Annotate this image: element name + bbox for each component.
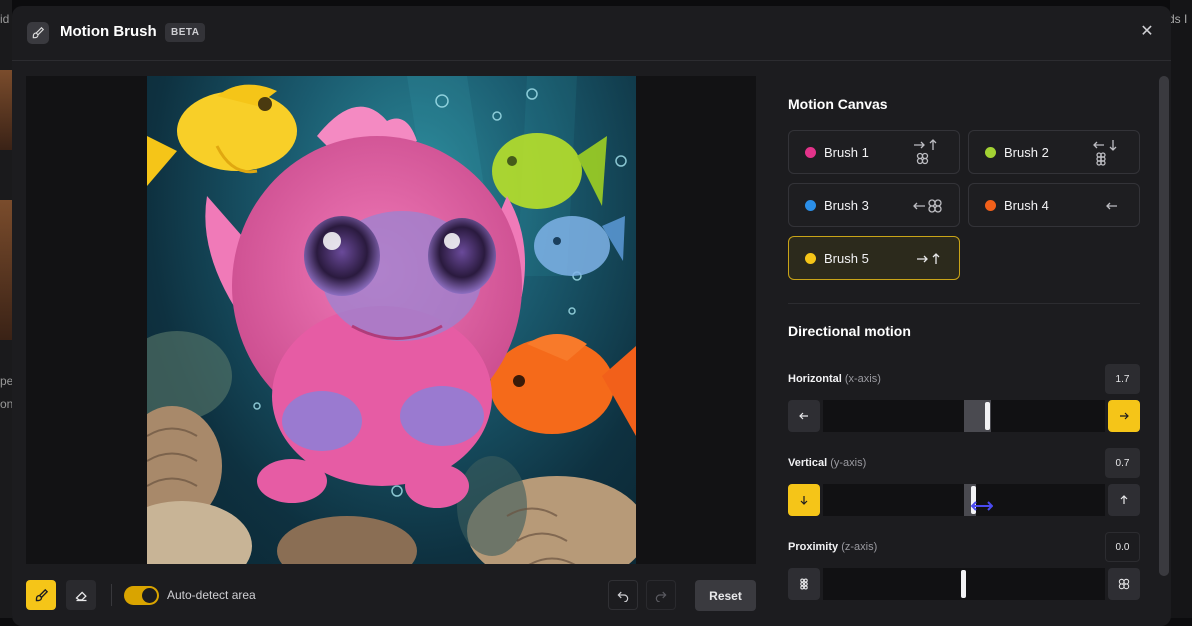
background-thumbnail — [0, 70, 12, 150]
vertical-label-text: Vertical — [788, 457, 828, 469]
background-page-left: id pe on — [0, 0, 12, 618]
brush-label: Brush 2 — [1004, 145, 1049, 160]
left-proximity-icon — [913, 199, 942, 213]
brush-tool-button[interactable] — [26, 580, 56, 610]
auto-detect-toggle[interactable] — [124, 586, 159, 605]
right-arrow-icon — [1120, 412, 1129, 420]
resize-cursor-icon — [971, 501, 993, 511]
vertical-value[interactable]: 0.7 — [1105, 448, 1140, 478]
redo-button[interactable] — [646, 580, 676, 610]
left-arrow-icon — [1106, 202, 1117, 210]
proximity-far-button[interactable] — [788, 568, 820, 600]
settings-panel: Motion Canvas Brush 1 Brush 2 Brush 3 Br… — [788, 76, 1140, 626]
horizontal-label: Horizontal (x-axis) — [788, 373, 881, 385]
brush-color-dot — [805, 200, 816, 211]
vertical-slider[interactable] — [823, 484, 1105, 516]
background-text: ds I — [1170, 12, 1188, 26]
brush-3-button[interactable]: Brush 3 — [788, 183, 960, 227]
redo-icon — [655, 591, 667, 602]
vertical-up-button[interactable] — [1108, 484, 1140, 516]
proximity-value[interactable]: 0.0 — [1105, 532, 1140, 562]
brush-1-button[interactable]: Brush 1 — [788, 130, 960, 174]
horizontal-value[interactable]: 1.7 — [1105, 364, 1140, 394]
modal-title: Motion Brush — [60, 23, 157, 40]
background-text: pe — [0, 374, 12, 388]
down-arrow-icon — [800, 496, 808, 505]
brush-color-dot — [805, 147, 816, 158]
background-text: id — [0, 12, 10, 26]
section-divider — [788, 303, 1140, 304]
modal-header: Motion Brush BETA ✕ — [12, 6, 1171, 61]
proximity-slider-handle[interactable] — [961, 570, 966, 598]
vertical-down-button[interactable] — [788, 484, 820, 516]
image-stage[interactable] — [26, 76, 756, 564]
beta-badge: BETA — [165, 23, 206, 42]
brush-2-button[interactable]: Brush 2 — [968, 130, 1140, 174]
proximity-near-icon — [1118, 578, 1130, 590]
brush-4-button[interactable]: Brush 4 — [968, 183, 1140, 227]
background-thumbnail — [0, 200, 12, 340]
eraser-tool-button[interactable] — [66, 580, 96, 610]
brush-label: Brush 4 — [1004, 198, 1049, 213]
brush-color-dot — [985, 147, 996, 158]
right-up-icon — [917, 253, 940, 264]
background-text: on — [0, 397, 12, 411]
scrollbar-thumb[interactable] — [1159, 76, 1169, 576]
proximity-near-button[interactable] — [1108, 568, 1140, 600]
horizontal-axis-hint: (x-axis) — [844, 373, 881, 385]
brush-icon — [35, 588, 48, 601]
panel-scrollbar[interactable] — [1159, 76, 1169, 576]
auto-detect-label: Auto-detect area — [167, 588, 256, 602]
directional-motion-title: Directional motion — [788, 323, 911, 339]
brush-icon — [27, 22, 49, 44]
proximity-far-icon — [800, 578, 808, 590]
horizontal-right-button[interactable] — [1108, 400, 1140, 432]
eraser-icon — [75, 590, 87, 601]
brush-color-dot — [805, 253, 816, 264]
left-down-proximity-icon — [1093, 140, 1117, 166]
proximity-label: Proximity (z-axis) — [788, 541, 877, 553]
background-page-right: ds I — [1170, 0, 1192, 618]
proximity-axis-hint: (z-axis) — [841, 541, 878, 553]
brush-color-dot — [985, 200, 996, 211]
toolbar-divider — [111, 584, 112, 606]
brush-5-button[interactable]: Brush 5 — [788, 236, 960, 280]
right-up-proximity-icon — [914, 139, 937, 165]
horizontal-left-button[interactable] — [788, 400, 820, 432]
proximity-slider[interactable] — [823, 568, 1105, 600]
undo-icon — [617, 591, 629, 602]
fish-artwork-canvas[interactable] — [147, 76, 636, 564]
brush-label: Brush 3 — [824, 198, 869, 213]
undo-button[interactable] — [608, 580, 638, 610]
left-arrow-icon — [799, 412, 808, 420]
horizontal-label-text: Horizontal — [788, 373, 842, 385]
horizontal-slider[interactable] — [823, 400, 1105, 432]
close-icon[interactable]: ✕ — [1139, 24, 1155, 40]
brush-label: Brush 5 — [824, 251, 869, 266]
proximity-label-text: Proximity — [788, 541, 839, 553]
vertical-label: Vertical (y-axis) — [788, 457, 866, 469]
toggle-knob — [142, 588, 157, 603]
reset-button[interactable]: Reset — [695, 580, 756, 611]
horizontal-slider-handle[interactable] — [985, 402, 990, 430]
motion-canvas-title: Motion Canvas — [788, 96, 888, 112]
vertical-axis-hint: (y-axis) — [830, 457, 867, 469]
motion-brush-modal: Motion Brush BETA ✕ Auto-detect area Res… — [12, 6, 1171, 626]
up-arrow-icon — [1120, 495, 1128, 504]
brush-label: Brush 1 — [824, 145, 869, 160]
